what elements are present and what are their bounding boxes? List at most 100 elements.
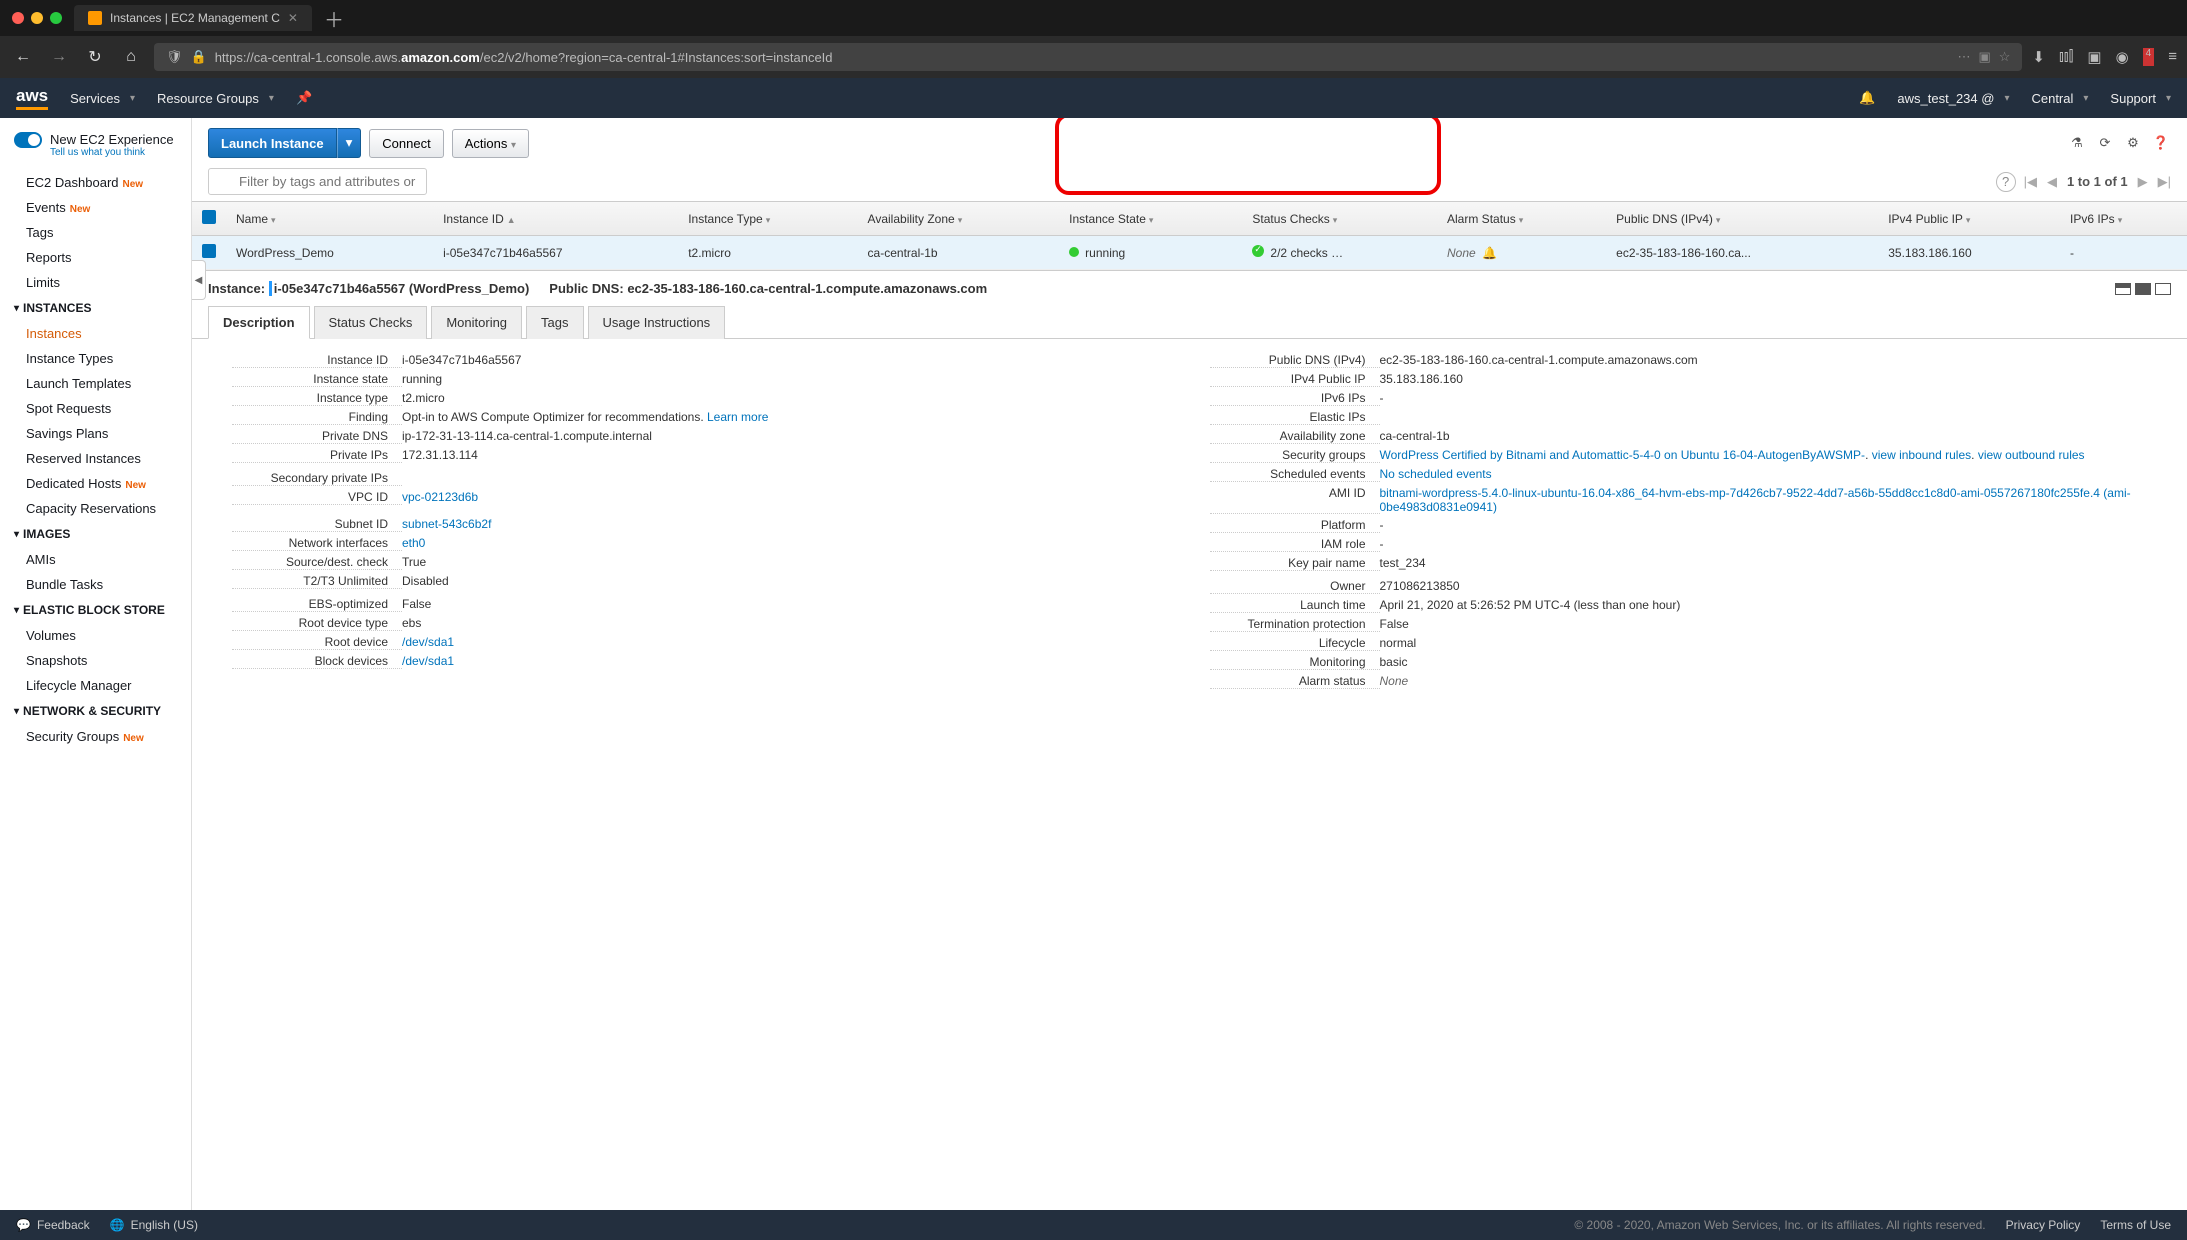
column-header[interactable]: Availability Zone▾ [858, 202, 1060, 236]
sidebar-item[interactable]: Lifecycle Manager [0, 673, 191, 698]
sidebar-item[interactable]: Capacity Reservations [0, 496, 191, 521]
link[interactable]: bitnami-wordpress-5.4.0-linux-ubuntu-16.… [1380, 486, 2131, 514]
feedback-link[interactable]: 💬 Feedback [16, 1218, 90, 1232]
sidebar-item[interactable]: Bundle Tasks [0, 572, 191, 597]
sidebar-item[interactable]: Security GroupsNew [0, 724, 191, 749]
table-row[interactable]: WordPress_Demo i-05e347c71b46a5567 t2.mi… [192, 236, 2187, 270]
download-icon[interactable]: ⬇ [2032, 48, 2045, 66]
row-checkbox[interactable] [202, 244, 216, 258]
link[interactable]: No scheduled events [1380, 467, 1492, 481]
close-tab-icon[interactable]: ✕ [288, 11, 298, 25]
section-instances[interactable]: INSTANCES [0, 295, 191, 321]
column-header[interactable]: IPv6 IPs▾ [2060, 202, 2187, 236]
star-icon[interactable]: ☆ [1999, 49, 2011, 65]
link[interactable]: /dev/sda1 [402, 654, 454, 668]
sidebar-item[interactable]: AMIs [0, 547, 191, 572]
tab-description[interactable]: Description [208, 306, 310, 339]
column-header[interactable]: Instance State▾ [1059, 202, 1242, 236]
menu-icon[interactable]: ≡ [2168, 48, 2177, 66]
account-icon[interactable]: ◉ [2116, 48, 2129, 66]
tab-usage-instructions[interactable]: Usage Instructions [588, 306, 726, 339]
sidebar-item[interactable]: EventsNew [0, 195, 191, 220]
sidebar-item[interactable]: Spot Requests [0, 396, 191, 421]
sidebar-item[interactable]: Reserved Instances [0, 446, 191, 471]
column-header[interactable]: Alarm Status▾ [1437, 202, 1606, 236]
pin-icon[interactable]: 📌 [296, 90, 312, 106]
sidebar-item[interactable]: EC2 DashboardNew [0, 170, 191, 195]
aws-logo[interactable]: aws [16, 86, 48, 110]
sidebar-item[interactable]: Snapshots [0, 648, 191, 673]
column-header[interactable]: Status Checks▾ [1242, 202, 1437, 236]
column-header[interactable]: Instance Type▾ [678, 202, 857, 236]
layout-1-icon[interactable] [2115, 283, 2131, 295]
reload-button[interactable]: ↻ [82, 47, 108, 67]
link[interactable]: view inbound rules [1872, 448, 1971, 462]
column-header[interactable] [192, 202, 226, 236]
sidebar-item[interactable]: Volumes [0, 623, 191, 648]
sidebar-item[interactable]: Tags [0, 220, 191, 245]
ext-icon[interactable]: 4 [2143, 48, 2155, 66]
refresh-icon[interactable]: ⟳ [2095, 133, 2115, 153]
sidebar-item[interactable]: Reports [0, 245, 191, 270]
tab-tags[interactable]: Tags [526, 306, 583, 339]
url-bar[interactable]: 🛡 🔒 https://ca-central-1.console.aws.ama… [154, 43, 2022, 71]
section-ebs[interactable]: ELASTIC BLOCK STORE [0, 597, 191, 623]
toggle-switch[interactable] [14, 132, 42, 148]
maximize-window[interactable] [50, 12, 62, 24]
link[interactable]: Learn more [707, 410, 768, 424]
sidebar-item[interactable]: Limits [0, 270, 191, 295]
select-all-checkbox[interactable] [202, 210, 216, 224]
close-window[interactable] [12, 12, 24, 24]
column-header[interactable]: IPv4 Public IP▾ [1878, 202, 2060, 236]
experiment-icon[interactable]: ⚗ [2067, 133, 2087, 153]
section-images[interactable]: IMAGES [0, 521, 191, 547]
library-icon[interactable]: ⫾⫾⫿ [2059, 48, 2073, 66]
tab-monitoring[interactable]: Monitoring [431, 306, 522, 339]
back-button[interactable]: ← [10, 48, 36, 66]
screenshot-icon[interactable]: ▣ [2087, 48, 2101, 66]
notifications-icon[interactable]: 🔔 [1859, 90, 1875, 106]
forward-button[interactable]: → [46, 48, 72, 66]
first-page[interactable]: |◀ [2024, 174, 2037, 190]
column-header[interactable]: Instance ID▲ [433, 202, 678, 236]
settings-gear-icon[interactable]: ⚙ [2123, 133, 2143, 153]
link[interactable]: /dev/sda1 [402, 635, 454, 649]
terms-link[interactable]: Terms of Use [2100, 1218, 2171, 1232]
sidebar-item[interactable]: Dedicated HostsNew [0, 471, 191, 496]
services-menu[interactable]: Services [70, 91, 135, 106]
next-page[interactable]: ▶ [2138, 174, 2148, 190]
tab-status-checks[interactable]: Status Checks [314, 306, 428, 339]
support-menu[interactable]: Support [2110, 91, 2171, 106]
connect-button[interactable]: Connect [369, 129, 443, 158]
actions-dropdown[interactable]: Actions ▾ [452, 129, 529, 158]
launch-instance-button[interactable]: Launch Instance [208, 128, 337, 158]
sidebar-item[interactable]: Savings Plans [0, 421, 191, 446]
sidebar-item[interactable]: Instances [0, 321, 191, 346]
link[interactable]: subnet-543c6b2f [402, 517, 491, 531]
last-page[interactable]: ▶| [2158, 174, 2171, 190]
link[interactable]: vpc-02123d6b [402, 490, 478, 504]
link[interactable]: WordPress Certified by Bitnami and Autom… [1380, 448, 1866, 462]
link[interactable]: eth0 [402, 536, 425, 550]
column-header[interactable]: Public DNS (IPv4)▾ [1606, 202, 1878, 236]
filter-help-icon[interactable]: ? [1996, 172, 2016, 192]
account-menu[interactable]: aws_test_234 @ [1897, 91, 2009, 106]
privacy-link[interactable]: Privacy Policy [2006, 1218, 2081, 1232]
layout-3-icon[interactable] [2155, 283, 2171, 295]
link[interactable]: view outbound rules [1978, 448, 2085, 462]
region-menu[interactable]: Central [2031, 91, 2088, 106]
new-ec2-experience[interactable]: New EC2 Experience Tell us what you thin… [0, 128, 191, 170]
resource-groups-menu[interactable]: Resource Groups [157, 91, 274, 106]
new-tab-button[interactable]: ＋ [324, 4, 344, 33]
filter-input[interactable] [208, 168, 427, 195]
sidebar-collapse[interactable]: ◀ [192, 260, 206, 300]
help-icon[interactable]: ❓ [2151, 133, 2171, 153]
layout-2-icon[interactable] [2135, 283, 2151, 295]
language-selector[interactable]: 🌐 English (US) [110, 1218, 198, 1232]
prev-page[interactable]: ◀ [2047, 174, 2057, 190]
browser-tab[interactable]: Instances | EC2 Management C ✕ [74, 5, 312, 31]
sidebar-item[interactable]: Launch Templates [0, 371, 191, 396]
sidebar-item[interactable]: Instance Types [0, 346, 191, 371]
column-header[interactable]: Name▾ [226, 202, 433, 236]
minimize-window[interactable] [31, 12, 43, 24]
